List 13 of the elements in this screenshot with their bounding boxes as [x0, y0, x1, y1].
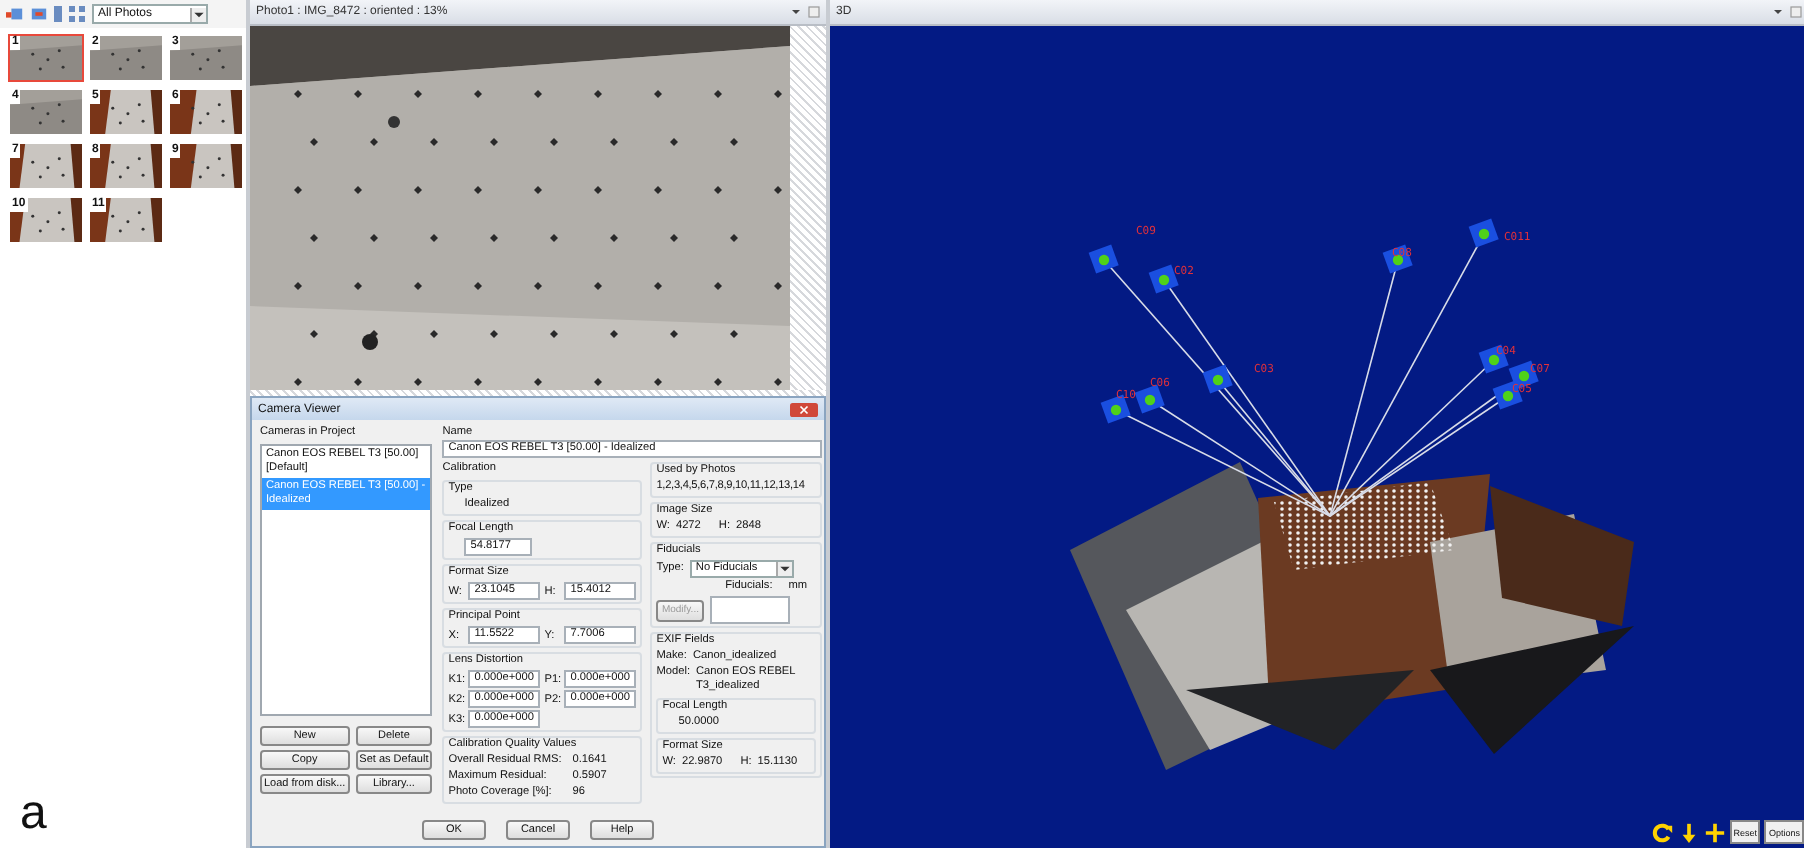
move-icon[interactable]: [1703, 821, 1726, 843]
fiducials-field[interactable]: [710, 596, 791, 624]
rotate-icon[interactable]: [1651, 821, 1674, 843]
dropdown-icon[interactable]: [775, 562, 792, 576]
arrow-down-icon[interactable]: [1677, 821, 1700, 843]
grid-view-icon[interactable]: [68, 6, 86, 22]
figure-label: a: [20, 788, 47, 840]
dropdown-icon[interactable]: [190, 7, 206, 21]
photos-icon[interactable]: [30, 6, 48, 22]
add-photo-icon[interactable]: [6, 6, 24, 22]
dropdown-icon[interactable]: [790, 6, 802, 18]
dropdown-icon[interactable]: [1772, 6, 1784, 18]
close-icon[interactable]: [790, 401, 818, 417]
